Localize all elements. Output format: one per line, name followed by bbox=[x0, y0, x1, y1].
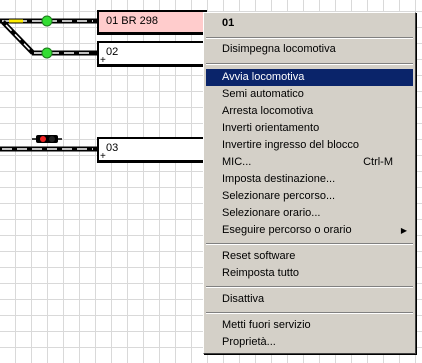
context-menu: 01 Disimpegna locomotiva Avvia locomotiv… bbox=[203, 12, 416, 354]
block-marker: + bbox=[100, 151, 106, 162]
block-03[interactable]: 03 + bbox=[97, 137, 207, 163]
menu-item-inverti-orientamento[interactable]: Inverti orientamento bbox=[206, 120, 413, 137]
menu-item-mic[interactable]: MIC... Ctrl-M bbox=[206, 154, 413, 171]
menu-item-shortcut: Ctrl-M bbox=[363, 156, 393, 168]
menu-separator bbox=[206, 37, 413, 39]
menu-item-selezionare-percorso[interactable]: Selezionare percorso... bbox=[206, 188, 413, 205]
green-signal-icon[interactable] bbox=[41, 15, 53, 27]
block-label: 01 BR 298 bbox=[106, 15, 158, 27]
menu-separator bbox=[206, 63, 413, 65]
block-01[interactable]: 01 BR 298 bbox=[97, 10, 207, 35]
menu-item-metti-fuori-servizio[interactable]: Metti fuori servizio bbox=[206, 317, 413, 334]
menu-item-proprieta[interactable]: Proprietà... bbox=[206, 334, 413, 351]
menu-item-invertire-ingresso[interactable]: Invertire ingresso del blocco bbox=[206, 137, 413, 154]
block-marker: + bbox=[100, 55, 106, 66]
red-signal-icon[interactable] bbox=[32, 135, 62, 143]
menu-item-label: MIC... bbox=[222, 156, 252, 168]
menu-item-selezionare-orario[interactable]: Selezionare orario... bbox=[206, 205, 413, 222]
submenu-arrow-icon: ▶ bbox=[400, 226, 407, 235]
track-switch[interactable] bbox=[1, 20, 35, 55]
menu-header: 01 bbox=[222, 17, 235, 29]
green-signal-icon[interactable] bbox=[41, 47, 53, 59]
menu-item-reset-software[interactable]: Reset software bbox=[206, 248, 413, 265]
block-label: 02 bbox=[106, 46, 119, 58]
block-label: 03 bbox=[106, 142, 119, 154]
block-02[interactable]: 02 + bbox=[97, 41, 207, 67]
menu-separator bbox=[206, 286, 413, 288]
menu-separator bbox=[206, 243, 413, 245]
menu-item-label: Eseguire percorso o orario bbox=[222, 224, 352, 236]
menu-item-avvia[interactable]: Avvia locomotiva bbox=[206, 69, 413, 86]
menu-item-disattiva[interactable]: Disattiva bbox=[206, 291, 413, 308]
menu-item-semi-automatico[interactable]: Semi automatico bbox=[206, 86, 413, 103]
menu-item-eseguire-percorso[interactable]: Eseguire percorso o orario ▶ bbox=[206, 222, 413, 239]
menu-item-reimposta-tutto[interactable]: Reimposta tutto bbox=[206, 265, 413, 282]
menu-item-disimpegna[interactable]: Disimpegna locomotiva bbox=[206, 41, 413, 58]
menu-item-arresta[interactable]: Arresta locomotiva bbox=[206, 103, 413, 120]
menu-separator bbox=[206, 312, 413, 314]
menu-item-imposta-destinazione[interactable]: Imposta destinazione... bbox=[206, 171, 413, 188]
